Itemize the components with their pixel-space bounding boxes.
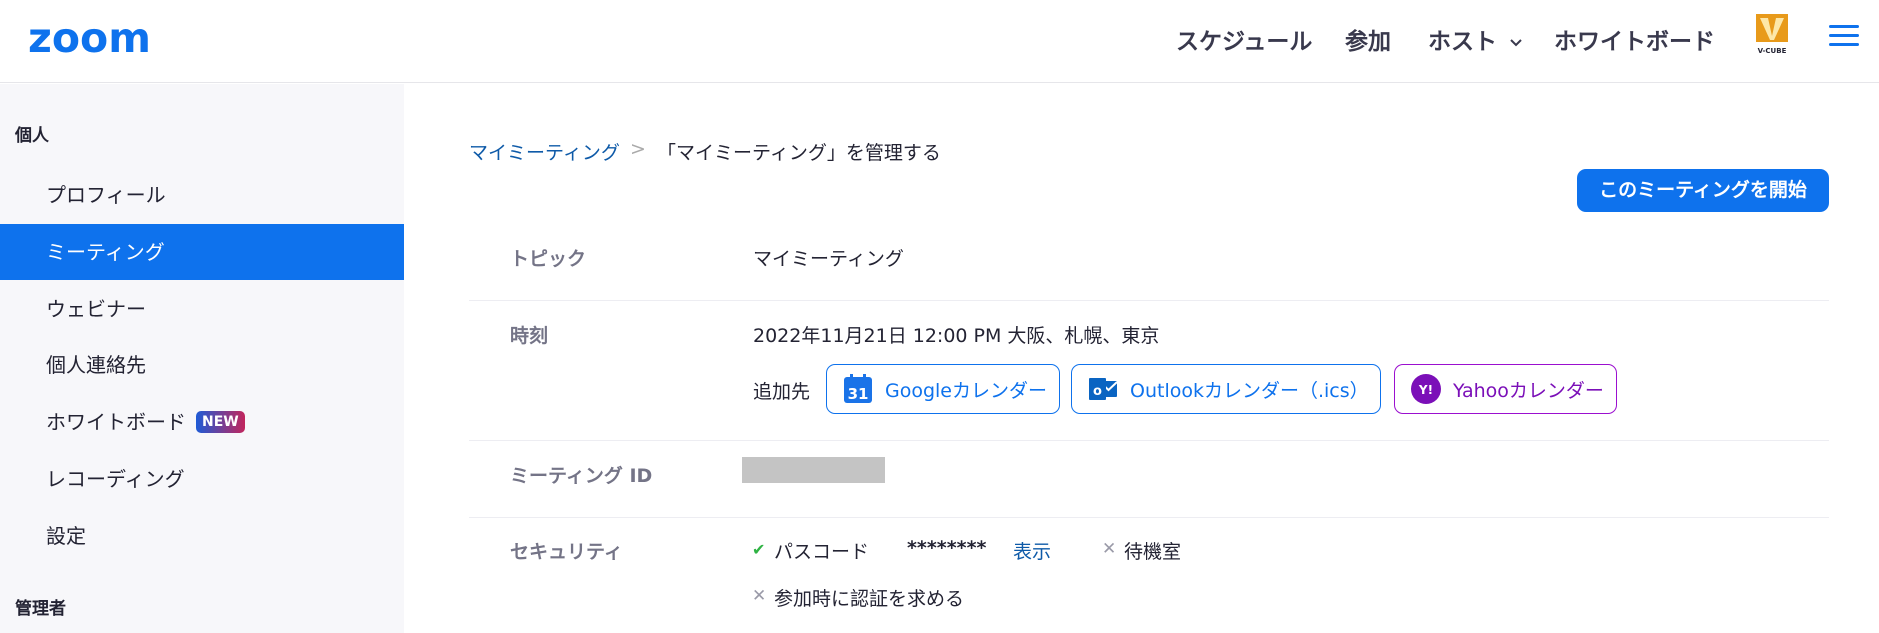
- sidebar-item-recordings[interactable]: レコーディング: [0, 451, 404, 507]
- yahoo-icon: Y!: [1411, 374, 1441, 404]
- sidebar-heading-personal: 個人: [15, 126, 49, 146]
- outlook-calendar-label: Outlookカレンダー（.ics）: [1130, 379, 1369, 402]
- google-calendar-button[interactable]: 31 Googleカレンダー: [826, 364, 1060, 414]
- passcode-label: パスコード: [774, 541, 870, 563]
- waiting-room-label: 待機室: [1124, 541, 1182, 563]
- time-value: 2022年11月21日 12:00 PM 大阪、札幌、東京: [753, 325, 1160, 347]
- svg-text:31: 31: [848, 385, 869, 403]
- vcube-logo[interactable]: V-CUBE: [1752, 12, 1792, 56]
- svg-text:zoom: zoom: [28, 18, 151, 58]
- sidebar-heading-admin: 管理者: [15, 599, 66, 619]
- topic-value: マイミーティング: [753, 248, 904, 270]
- hamburger-menu-icon[interactable]: [1829, 25, 1859, 49]
- chevron-down-icon: [1510, 38, 1522, 46]
- meeting-id-label: ミーティング ID: [510, 465, 653, 487]
- divider: [469, 440, 1829, 441]
- sidebar-item-webinars[interactable]: ウェビナー: [0, 281, 404, 337]
- start-meeting-button[interactable]: このミーティングを開始: [1577, 169, 1829, 212]
- nav-schedule[interactable]: スケジュール: [1176, 22, 1312, 62]
- outlook-calendar-button[interactable]: o Outlookカレンダー（.ics）: [1071, 364, 1381, 414]
- new-badge: NEW: [196, 410, 245, 433]
- passcode-value: ********: [907, 537, 987, 559]
- top-navigation-bar: zoom スケジュール 参加 ホスト ホワイトボード V-CUBE: [0, 0, 1879, 83]
- security-label: セキュリティ: [510, 541, 623, 563]
- svg-text:Y!: Y!: [1418, 383, 1433, 397]
- zoom-logo[interactable]: zoom: [28, 18, 180, 58]
- cross-icon: ✕: [1102, 539, 1117, 559]
- google-calendar-label: Googleカレンダー: [885, 379, 1048, 402]
- breadcrumb-separator: >: [630, 138, 646, 160]
- sidebar: 個人 プロフィール ミーティング ウェビナー 個人連絡先 ホワイトボード NEW …: [0, 84, 404, 633]
- sidebar-item-label: ホワイトボード: [46, 410, 186, 434]
- yahoo-calendar-label: Yahooカレンダー: [1453, 379, 1604, 402]
- breadcrumb-current: 「マイミーティング」を管理する: [657, 142, 941, 164]
- divider: [469, 300, 1829, 301]
- sidebar-item-profile[interactable]: プロフィール: [0, 167, 404, 223]
- nav-host-label: ホスト: [1428, 29, 1497, 55]
- meeting-id-redacted: [742, 457, 885, 483]
- outlook-icon: o: [1089, 378, 1118, 400]
- svg-text:V-CUBE: V-CUBE: [1758, 47, 1787, 55]
- nav-join[interactable]: 参加: [1345, 22, 1391, 62]
- show-passcode-link[interactable]: 表示: [1013, 537, 1051, 564]
- yahoo-calendar-button[interactable]: Y! Yahooカレンダー: [1394, 364, 1617, 414]
- cross-icon: ✕: [752, 586, 767, 606]
- sidebar-item-whiteboards[interactable]: ホワイトボード NEW: [0, 394, 404, 450]
- divider: [469, 517, 1829, 518]
- sidebar-item-meetings[interactable]: ミーティング: [0, 224, 404, 280]
- checkmark-icon: ✔: [752, 540, 766, 559]
- time-label: 時刻: [510, 325, 549, 347]
- sidebar-item-personal-contacts[interactable]: 個人連絡先: [0, 337, 404, 393]
- auth-required-label: 参加時に認証を求める: [774, 588, 965, 610]
- breadcrumb-parent-link[interactable]: マイミーティング: [469, 138, 620, 165]
- nav-whiteboard[interactable]: ホワイトボード: [1554, 22, 1715, 62]
- sidebar-item-settings[interactable]: 設定: [0, 508, 404, 564]
- topic-label: トピック: [510, 248, 587, 270]
- svg-text:o: o: [1093, 384, 1102, 399]
- nav-host[interactable]: ホスト: [1428, 22, 1523, 62]
- google-calendar-icon: 31: [844, 374, 872, 403]
- add-to-calendar-label: 追加先: [753, 381, 811, 403]
